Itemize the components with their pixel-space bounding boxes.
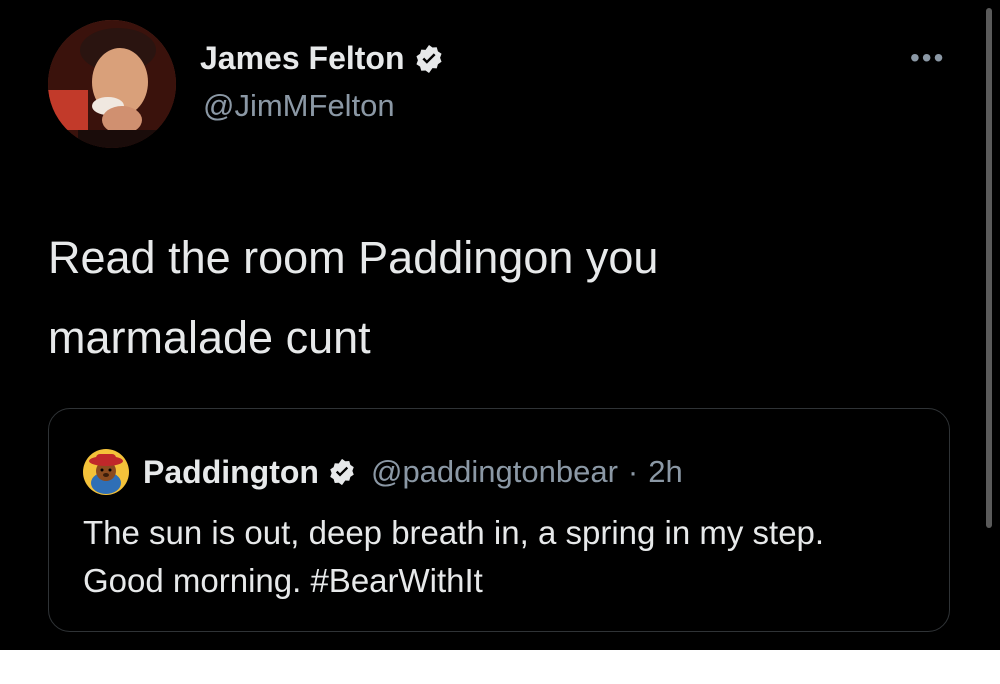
tweet-screen: James Felton @JimMFelton ••• Read the ro… <box>0 0 1000 650</box>
paddington-avatar-icon[interactable] <box>83 449 129 495</box>
verified-badge-icon <box>330 458 354 486</box>
author-handle[interactable]: @JimMFelton <box>203 88 395 124</box>
quoted-handle[interactable]: @paddingtonbear <box>371 454 618 490</box>
profile-photo-icon <box>48 20 176 148</box>
tweet-text: Read the room Paddingon you marmalade cu… <box>48 232 659 363</box>
quoted-display-name[interactable]: Paddington <box>143 454 319 491</box>
author-name-row[interactable]: James Felton <box>200 40 445 77</box>
bottom-white-area <box>0 650 1000 684</box>
author-avatar[interactable] <box>48 20 176 148</box>
quoted-tweet-card[interactable]: Paddington @paddingtonbear · 2h The sun … <box>48 408 950 632</box>
quoted-timestamp[interactable]: 2h <box>648 454 682 490</box>
more-options-icon[interactable]: ••• <box>910 44 945 72</box>
author-display-name[interactable]: James Felton <box>200 40 405 77</box>
quoted-tweet-text: The sun is out, deep breath in, a spring… <box>83 514 825 599</box>
meta-separator: · <box>627 454 639 489</box>
quoted-tweet-header: Paddington @paddingtonbear · 2h <box>83 449 683 495</box>
scrollbar[interactable] <box>986 8 992 528</box>
verified-badge-icon <box>415 44 442 73</box>
